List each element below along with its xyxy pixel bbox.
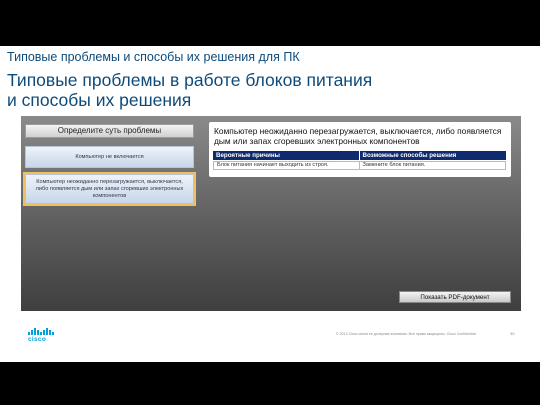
copyright-text: © 2013 Cisco и/или ее дочерние компании.… bbox=[336, 332, 476, 336]
cisco-bars-icon bbox=[28, 328, 54, 335]
cell-solution: Замените блок питания. bbox=[362, 162, 426, 168]
cell-cause: Блок питания начинает выходить из строя. bbox=[214, 162, 360, 169]
option-label: Компьютер не включается bbox=[75, 153, 144, 160]
show-pdf-button[interactable]: Показать PDF-документ bbox=[399, 291, 511, 303]
table-header: Вероятные причины Возможные способы реше… bbox=[213, 151, 506, 160]
option-unexpected-reboot[interactable]: Компьютер неожиданно перезагружается, вы… bbox=[25, 174, 194, 204]
define-problem-header: Определите суть проблемы bbox=[25, 124, 194, 138]
header-causes: Вероятные причины bbox=[213, 151, 360, 160]
cisco-wordmark: cisco bbox=[28, 336, 47, 343]
slide-title-line1: Типовые проблемы в работе блоков питания bbox=[7, 70, 373, 90]
solution-table: Компьютер неожиданно перезагружается, вы… bbox=[209, 122, 511, 177]
problem-selector: Определите суть проблемы Компьютер не вк… bbox=[25, 124, 194, 204]
option-label: Компьютер неожиданно перезагружается, вы… bbox=[35, 178, 184, 199]
table-row: Блок питания начинает выходить из строя.… bbox=[213, 161, 506, 170]
page-number: 30 bbox=[510, 331, 515, 336]
header-solutions: Возможные способы решения bbox=[362, 152, 457, 159]
cisco-logo: cisco bbox=[28, 328, 54, 343]
interactive-panel: Определите суть проблемы Компьютер не вк… bbox=[21, 116, 521, 311]
slide-title-line2: и способы их решения bbox=[7, 90, 192, 110]
table-title: Компьютер неожиданно перезагружается, вы… bbox=[214, 126, 502, 146]
slide-title: Типовые проблемы в работе блоков питания… bbox=[7, 70, 527, 110]
slide: Типовые проблемы и способы их решения дл… bbox=[0, 46, 540, 362]
slide-subtitle: Типовые проблемы и способы их решения дл… bbox=[7, 50, 300, 64]
option-not-powering-on[interactable]: Компьютер не включается bbox=[25, 146, 194, 168]
